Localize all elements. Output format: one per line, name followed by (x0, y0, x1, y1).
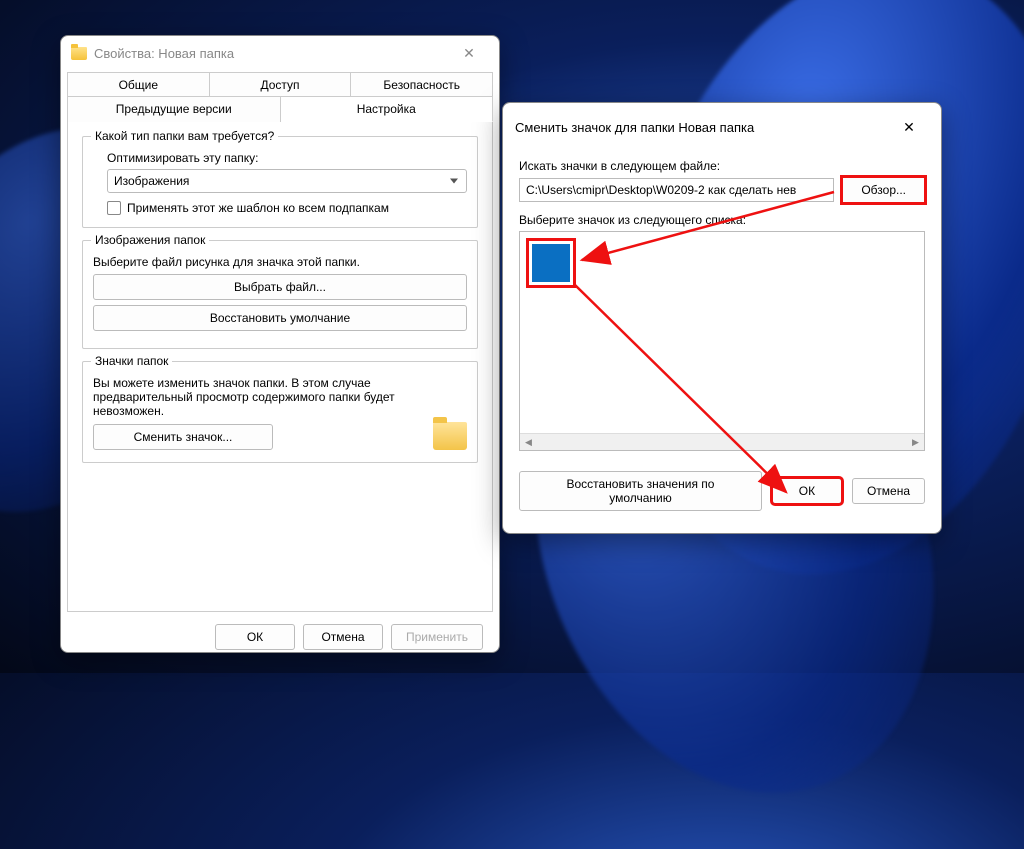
tabs-row-2: Предыдущие версии Настройка (67, 96, 493, 122)
change-icon-dialog: Сменить значок для папки Новая папка ✕ И… (502, 102, 942, 534)
look-in-label: Искать значки в следующем файле: (519, 159, 925, 173)
group-legend: Какой тип папки вам требуется? (91, 129, 278, 143)
optimize-label: Оптимизировать эту папку: (107, 151, 467, 165)
tab-general[interactable]: Общие (67, 72, 210, 97)
folder-pictures-group: Изображения папок Выберите файл рисунка … (82, 240, 478, 349)
ok-button[interactable]: ОК (772, 478, 842, 504)
path-value: C:\Users\cmipr\Desktop\W0209-2 как сдела… (526, 183, 796, 197)
properties-dialog: Свойства: Новая папка ✕ Общие Доступ Без… (60, 35, 500, 653)
folder-preview-icon (433, 422, 467, 450)
tab-sharing[interactable]: Доступ (210, 72, 352, 97)
apply-subfolders-checkbox[interactable] (107, 201, 121, 215)
window-title: Свойства: Новая папка (94, 46, 449, 61)
cancel-button[interactable]: Отмена (852, 478, 925, 504)
folder-icons-group: Значки папок Вы можете изменить значок п… (82, 361, 478, 463)
close-button[interactable]: ✕ (449, 39, 489, 67)
choose-file-button[interactable]: Выбрать файл... (93, 274, 467, 300)
titlebar[interactable]: Свойства: Новая папка ✕ (61, 36, 499, 70)
folder-icon (71, 47, 87, 60)
tab-customize[interactable]: Настройка (281, 96, 494, 122)
scroll-left-icon[interactable]: ◀ (520, 434, 537, 451)
browse-button[interactable]: Обзор... (842, 177, 925, 203)
tab-previous-versions[interactable]: Предыдущие версии (67, 96, 281, 122)
blue-square-icon (532, 244, 570, 282)
horizontal-scrollbar[interactable]: ◀ ▶ (520, 433, 924, 450)
titlebar[interactable]: Сменить значок для папки Новая папка ✕ (503, 103, 941, 151)
change-icon-button[interactable]: Сменить значок... (93, 424, 273, 450)
dialog-body: Искать значки в следующем файле: C:\User… (503, 151, 941, 525)
restore-default-button[interactable]: Восстановить умолчание (93, 305, 467, 331)
icon-list-item[interactable] (528, 240, 574, 286)
dialog-footer: ОК Отмена Применить (61, 612, 499, 662)
optimize-select[interactable]: Изображения (107, 169, 467, 193)
folder-type-group: Какой тип папки вам требуется? Оптимизир… (82, 136, 478, 228)
cancel-button[interactable]: Отмена (303, 624, 383, 650)
icon-file-path-input[interactable]: C:\Users\cmipr\Desktop\W0209-2 как сдела… (519, 178, 834, 202)
customize-panel: Какой тип папки вам требуется? Оптимизир… (67, 122, 493, 612)
icon-desc: Вы можете изменить значок папки. В этом … (93, 376, 467, 418)
select-value: Изображения (114, 174, 189, 188)
tabs-row-1: Общие Доступ Безопасность (67, 72, 493, 97)
tab-security[interactable]: Безопасность (351, 72, 493, 97)
close-button[interactable]: ✕ (889, 113, 929, 141)
select-icon-label: Выберите значок из следующего списка: (519, 213, 925, 227)
picture-desc: Выберите файл рисунка для значка этой па… (93, 255, 467, 269)
window-title: Сменить значок для папки Новая папка (515, 120, 889, 135)
icon-list[interactable]: ◀ ▶ (519, 231, 925, 451)
apply-button[interactable]: Применить (391, 624, 483, 650)
apply-subfolders-label: Применять этот же шаблон ко всем подпапк… (127, 201, 389, 215)
group-legend: Значки папок (91, 354, 172, 368)
group-legend: Изображения папок (91, 233, 209, 247)
restore-defaults-button[interactable]: Восстановить значения по умолчанию (519, 471, 762, 511)
scroll-right-icon[interactable]: ▶ (907, 434, 924, 451)
ok-button[interactable]: ОК (215, 624, 295, 650)
